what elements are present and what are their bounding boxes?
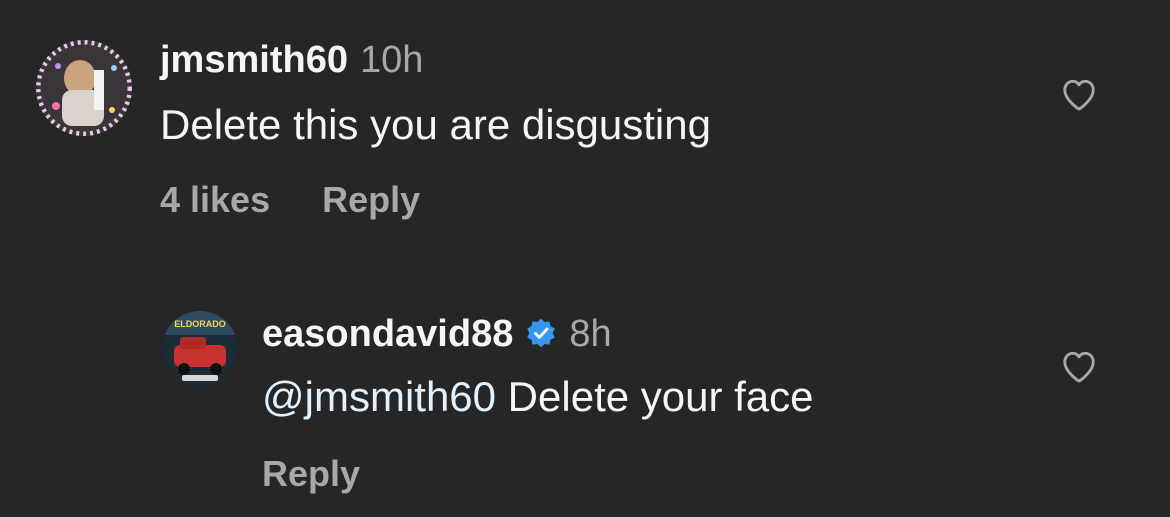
heart-outline-icon[interactable]	[1060, 76, 1098, 112]
reply-button[interactable]: Reply	[262, 453, 360, 494]
comment-actions: 4 likes Reply	[160, 180, 420, 220]
avatar[interactable]: ELDORADO	[162, 311, 238, 387]
avatar-logo-text: ELDORADO	[174, 319, 226, 329]
comment-header: easondavid88 8h	[262, 314, 612, 357]
comment-text-body: Delete your face	[496, 373, 814, 420]
reply-button[interactable]: Reply	[322, 179, 420, 220]
verified-badge-icon	[525, 317, 557, 357]
heart-outline-icon[interactable]	[1060, 348, 1098, 384]
timestamp: 10h	[359, 39, 424, 81]
mention-link[interactable]: @jmsmith60	[262, 373, 496, 420]
avatar[interactable]	[36, 40, 132, 136]
timestamp: 8h	[569, 313, 612, 355]
comment-text: Delete this you are disgusting	[160, 101, 711, 148]
username[interactable]: jmsmith60	[160, 39, 348, 81]
comment-header: jmsmith60 10h	[160, 40, 423, 80]
username[interactable]: easondavid88	[262, 313, 513, 355]
comment-actions: Reply	[262, 454, 360, 494]
comment-text: @jmsmith60 Delete your face	[262, 374, 814, 420]
likes-count[interactable]: 4 likes	[160, 179, 270, 220]
